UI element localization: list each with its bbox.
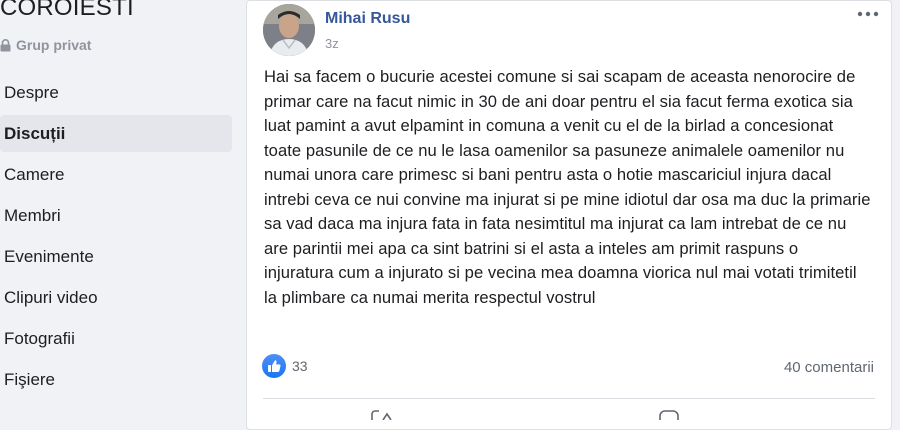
- post-card: Mihai Rusu 3z Hai sa facem o bucurie ace…: [246, 0, 892, 430]
- group-nav: Despre Discuții Camere Membri Evenimente…: [0, 74, 232, 402]
- like-icon: [262, 354, 286, 378]
- reactions-summary[interactable]: 33: [262, 353, 308, 379]
- avatar[interactable]: [263, 4, 315, 56]
- post-timestamp[interactable]: 3z: [325, 36, 339, 51]
- sidebar-item-fotografii[interactable]: Fotografii: [0, 320, 232, 357]
- sidebar-item-camere[interactable]: Camere: [0, 156, 232, 193]
- reaction-count: 33: [292, 358, 308, 374]
- sidebar-item-clipuri-video[interactable]: Clipuri video: [0, 279, 232, 316]
- sidebar-item-discutii[interactable]: Discuții: [0, 115, 232, 152]
- comments-count[interactable]: 40 comentarii: [784, 359, 874, 376]
- comment-icon[interactable]: [657, 407, 687, 425]
- post-author[interactable]: Mihai Rusu: [325, 10, 410, 28]
- privacy-label: Grup privat: [16, 37, 92, 53]
- group-privacy: Grup privat: [0, 36, 91, 54]
- lock-icon: [0, 38, 11, 52]
- group-sidebar: COROIESTI Grup privat Despre Discuții Ca…: [0, 0, 240, 415]
- post-body: Hai sa facem o bucurie acestei comune si…: [264, 67, 871, 307]
- sidebar-item-membri[interactable]: Membri: [0, 197, 232, 234]
- group-title[interactable]: COROIESTI: [0, 0, 134, 22]
- sidebar-item-evenimente[interactable]: Evenimente: [0, 238, 232, 275]
- sidebar-item-fisiere[interactable]: Fişiere: [0, 361, 232, 398]
- sidebar-item-despre[interactable]: Despre: [0, 74, 232, 111]
- more-options-icon[interactable]: [855, 7, 881, 21]
- share-icon[interactable]: [369, 407, 403, 425]
- divider: [263, 398, 875, 399]
